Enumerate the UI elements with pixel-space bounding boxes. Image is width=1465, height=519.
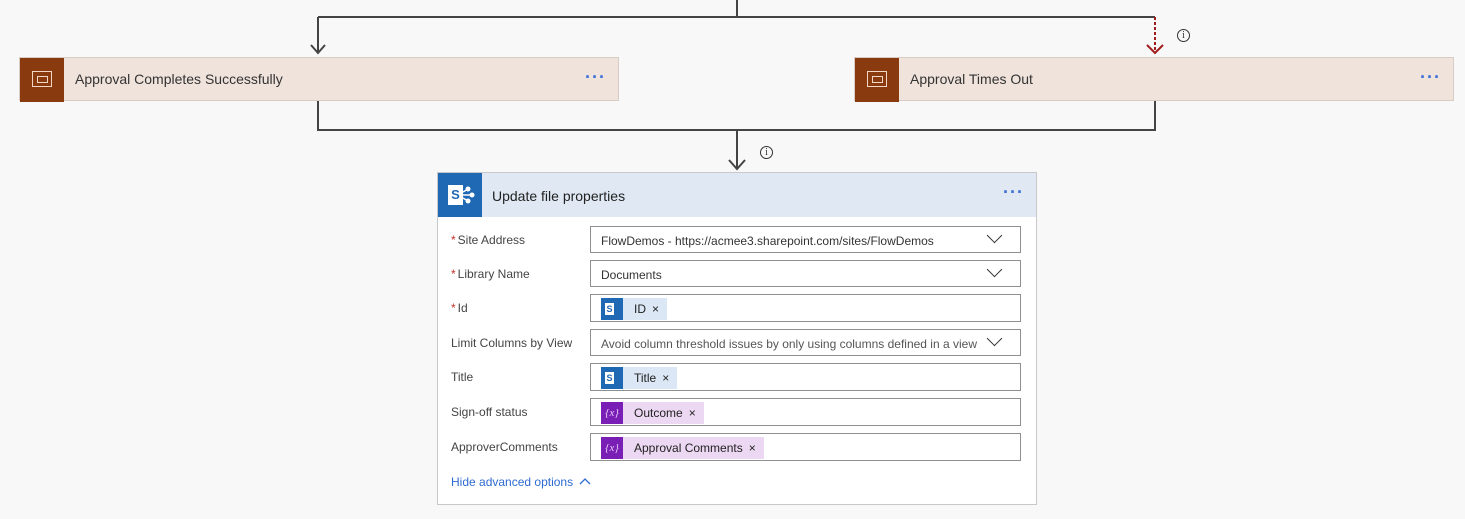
library-name-dropdown[interactable]: Documents	[590, 260, 1021, 287]
info-icon[interactable]: i	[1177, 29, 1190, 42]
info-icon[interactable]: i	[760, 146, 773, 159]
remove-token-icon[interactable]: ×	[662, 371, 677, 385]
scope-approval-times-out[interactable]: Approval Times Out ···	[854, 57, 1454, 102]
field-label-title: Title	[451, 370, 474, 384]
approver-comments-field[interactable]: {x} Approval Comments ×	[590, 433, 1021, 461]
remove-token-icon[interactable]: ×	[652, 302, 667, 316]
more-options-icon[interactable]: ···	[1003, 183, 1024, 201]
field-label-library-name: * Library Name	[451, 267, 530, 281]
scope-icon	[20, 58, 64, 102]
variable-icon: {x}	[601, 437, 623, 459]
field-label-approver-comments: ApproverComments	[451, 440, 558, 454]
sharepoint-icon: S	[601, 298, 623, 320]
token-outcome[interactable]: {x} Outcome ×	[601, 402, 704, 424]
card-title: Update file properties	[492, 188, 626, 204]
chevron-up-icon	[579, 478, 591, 485]
token-approval-comments[interactable]: {x} Approval Comments ×	[601, 437, 764, 459]
hide-advanced-options-link[interactable]: Hide advanced options	[451, 475, 591, 489]
remove-token-icon[interactable]: ×	[689, 406, 704, 420]
title-field[interactable]: S Title ×	[590, 363, 1021, 391]
limit-columns-dropdown[interactable]: Avoid column threshold issues by only us…	[590, 329, 1021, 356]
field-label-limit-columns: Limit Columns by View	[451, 336, 573, 350]
field-label-site-address: * Site Address	[451, 233, 526, 247]
site-address-dropdown[interactable]: FlowDemos - https://acmee3.sharepoint.co…	[590, 226, 1021, 253]
sharepoint-icon: S	[438, 173, 482, 217]
token-title[interactable]: S Title ×	[601, 367, 678, 389]
field-label-sign-off-status: Sign-off status	[451, 405, 528, 419]
chevron-down-icon	[986, 330, 1003, 347]
scope-approval-completes[interactable]: Approval Completes Successfully ···	[19, 57, 619, 102]
update-file-properties-card: S Update file properties ··· * Site Addre…	[437, 172, 1037, 505]
variable-icon: {x}	[601, 402, 623, 424]
id-field[interactable]: S ID ×	[590, 294, 1021, 322]
more-options-icon[interactable]: ···	[585, 68, 606, 86]
scope-title: Approval Times Out	[910, 71, 1033, 87]
scope-title: Approval Completes Successfully	[75, 71, 283, 87]
more-options-icon[interactable]: ···	[1420, 68, 1441, 86]
chevron-down-icon	[986, 227, 1003, 244]
field-label-id: * Id	[451, 301, 468, 315]
sharepoint-icon: S	[601, 367, 623, 389]
token-id[interactable]: S ID ×	[601, 298, 668, 320]
chevron-down-icon	[986, 261, 1003, 278]
card-header[interactable]: S Update file properties ···	[438, 173, 1036, 217]
connector-branch-join	[317, 101, 1156, 131]
sign-off-status-field[interactable]: {x} Outcome ×	[590, 398, 1021, 426]
remove-token-icon[interactable]: ×	[749, 441, 764, 455]
scope-icon	[855, 58, 899, 102]
